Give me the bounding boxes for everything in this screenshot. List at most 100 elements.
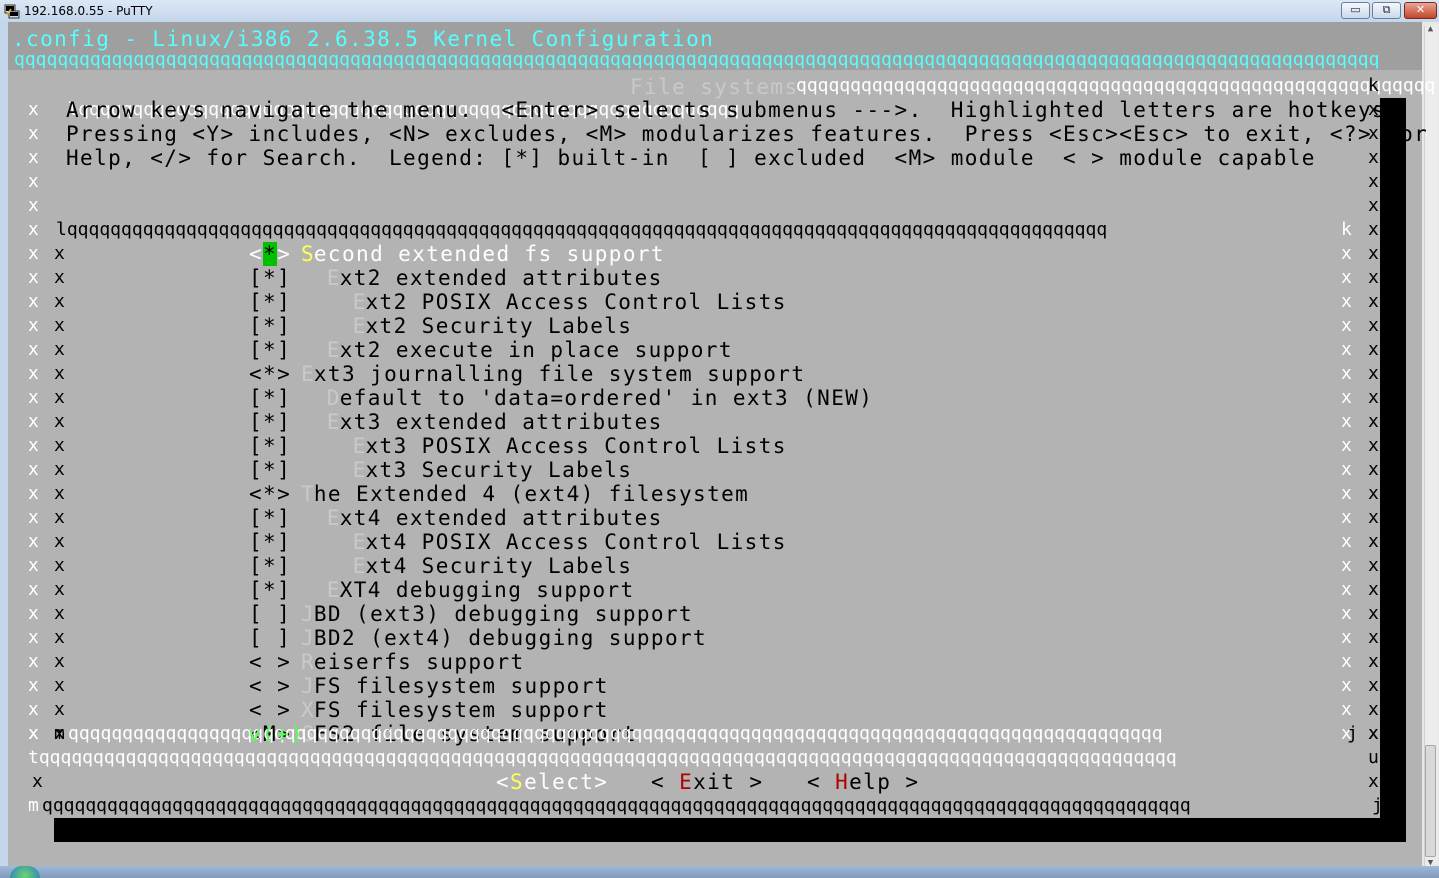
- menu-item-label: xt3 Security Labels: [365, 458, 633, 482]
- menu-item-state: [*]: [249, 290, 292, 314]
- dialog-left-border-glyph: x: [32, 771, 43, 792]
- start-button-icon[interactable]: [10, 866, 40, 878]
- menu-left-border-glyph: x: [54, 435, 65, 456]
- menu-right-border-glyph: x: [1341, 363, 1352, 384]
- dialog-right-border-glyph: x: [1368, 507, 1379, 528]
- help-button[interactable]: < Help >: [807, 770, 919, 794]
- help-line: Arrow keys navigate the menu. <Enter> se…: [66, 98, 1401, 122]
- menu-left-border-glyph: x: [54, 243, 65, 264]
- menu-left-border-glyph: x: [54, 507, 65, 528]
- menu-item-label: xt4 Security Labels: [365, 554, 633, 578]
- menu-right-border-glyph: x: [1341, 531, 1352, 552]
- restore-button[interactable]: ⧉: [1372, 2, 1401, 19]
- menu-right-border-glyph: x: [1341, 555, 1352, 576]
- dialog-right-border-glyph: x: [1368, 771, 1379, 792]
- dialog-right-border-glyph: x: [1368, 627, 1379, 648]
- dialog-right-border-glyph: x: [1368, 291, 1379, 312]
- scroll-up-arrow-icon[interactable]: ▲: [1424, 24, 1437, 38]
- putty-app-icon: [4, 4, 20, 19]
- menu-item-label: xt2 extended attributes: [339, 266, 663, 290]
- menu-left-border-glyph: x: [54, 483, 65, 504]
- menu-item-label: FS filesystem support: [313, 674, 609, 698]
- menu-right-border-glyph: x: [1341, 243, 1352, 264]
- menu-item-state: [*]: [249, 338, 292, 362]
- menu-left-border-glyph: x: [54, 579, 65, 600]
- menu-right-border-glyph: x: [1341, 651, 1352, 672]
- menu-left-border-glyph: x: [54, 555, 65, 576]
- menu-item[interactable]: x x < > X FS filesystem support x x: [8, 698, 1422, 722]
- menu-item[interactable]: x x [*] Ext3 Security Labels x x: [8, 458, 1422, 482]
- minimize-button[interactable]: ▭: [1341, 2, 1370, 19]
- dialog-left-border-glyph: x: [28, 723, 39, 744]
- taskbar: [0, 866, 1439, 878]
- menu-right-border-glyph: x: [1341, 699, 1352, 720]
- menu-right-border-glyph: x: [1341, 579, 1352, 600]
- menu-item-state: [*]: [249, 266, 292, 290]
- menu-item-state: <*>: [249, 362, 292, 386]
- menu-item-state: < >: [249, 674, 292, 698]
- dialog-top-border-right: qqqqqqqqqqqqqqqqqqqqqqqqqqqqqqqqqqqqqqqq…: [796, 75, 1436, 96]
- menu-right-border-glyph: x: [1341, 627, 1352, 648]
- menu-item[interactable]: x x [*] Ext2 extended attributes x x: [8, 266, 1422, 290]
- menu-item-state: [*]: [249, 530, 292, 554]
- dialog-top-right-corner: k: [1368, 75, 1379, 96]
- close-button[interactable]: ✕: [1404, 2, 1437, 19]
- dialog-left-border-glyph: x: [28, 675, 39, 696]
- menu-item-label: xt4 POSIX Access Control Lists: [365, 530, 787, 554]
- menu-left-border-glyph: x: [54, 267, 65, 288]
- menu-left-border-glyph: x: [54, 675, 65, 696]
- dialog-right-border-glyph: x: [1368, 267, 1379, 288]
- dialog-left-border-glyph: x: [28, 627, 39, 648]
- window-frame-left: [0, 22, 8, 878]
- menu-item[interactable]: x x [*] Ext3 extended attributes x x: [8, 410, 1422, 434]
- menu-left-border-glyph: x: [54, 651, 65, 672]
- menu-right-border-glyph: x: [1341, 603, 1352, 624]
- menu-item[interactable]: x x <*> Ext3 journalling file system suppor…: [8, 362, 1422, 386]
- menu-item[interactable]: x x < > Reiserfs support x x: [8, 650, 1422, 674]
- window-titlebar[interactable]: 192.168.0.55 - PuTTY ▭ ⧉ ✕: [0, 0, 1439, 23]
- menu-item[interactable]: x x [*] Ext4 extended attributes x x: [8, 506, 1422, 530]
- menu-item-label: efault to 'data=ordered' in ext3 (NEW): [339, 386, 874, 410]
- menu-left-border-glyph: x: [54, 699, 65, 720]
- dialog-left-border-glyph: x: [28, 363, 39, 384]
- menu-item[interactable]: x x < > J FS filesystem support x x: [8, 674, 1422, 698]
- menu-item[interactable]: x x[ ] J BD (ext3) debugging support x x: [8, 602, 1422, 626]
- menu-left-border-glyph: x: [54, 459, 65, 480]
- dialog-left-border-glyph: x: [28, 579, 39, 600]
- dialog-shadow-right: [1380, 98, 1406, 818]
- menu-item[interactable]: x x [*] Ext4 Security Labels x x: [8, 554, 1422, 578]
- menu-right-border-glyph: x: [1341, 315, 1352, 336]
- menu-item[interactable]: x x <*> The Extended 4 (ext4) filesystem x x: [8, 482, 1422, 506]
- dialog-right-border-glyph: x: [1368, 531, 1379, 552]
- menu-item-label: eiserfs support: [313, 650, 525, 674]
- dialog-left-border-glyph: x: [28, 291, 39, 312]
- dialog-left-border-glyph: x: [28, 555, 39, 576]
- menu-item[interactable]: x x [*] E XT4 debugging support x x: [8, 578, 1422, 602]
- scrollbar-thumb[interactable]: [1425, 745, 1436, 857]
- header-divider: qqqqqqqqqqqqqqqqqqqqqqqqqqqqqqqqqqqqqqqq…: [14, 50, 1380, 70]
- select-button[interactable]: <Select>: [496, 770, 608, 794]
- menu-item[interactable]: x x [*] Ext2 Security Labels x x: [8, 314, 1422, 338]
- exit-button[interactable]: < Exit >: [651, 770, 763, 794]
- dialog-left-border-glyph: x: [28, 531, 39, 552]
- menu-item[interactable]: x x [*] Ext3 POSIX Access Control Lists x x: [8, 434, 1422, 458]
- menu-item[interactable]: x x [*] Ext4 POSIX Access Control Lists x x: [8, 530, 1422, 554]
- menu-item[interactable]: x x [*] Default to 'data=ordered' in ext3 (…: [8, 386, 1422, 410]
- dialog-left-border-glyph: x: [28, 147, 39, 168]
- menu-item-state: <*>: [249, 482, 292, 506]
- menu-left-border-glyph: x: [54, 291, 65, 312]
- dialog-bottom-border: qqqqqqqqqqqqqqqqqqqqqqqqqqqqqqqqqqqqqqqq…: [42, 795, 1191, 816]
- terminal-screen[interactable]: .config - Linux/i386 2.6.38.5 Kernel Con…: [8, 22, 1435, 868]
- dialog-right-border-glyph: x: [1368, 555, 1379, 576]
- menu-right-border-glyph: x: [1341, 675, 1352, 696]
- dialog-right-border-glyph: x: [1368, 123, 1379, 144]
- dialog-separator: tqqqqqqqqqqqqqqqqqqqqqqqqqqqqqqqqqqqqqqq…: [28, 747, 1177, 768]
- menu-left-border-glyph: x: [54, 387, 65, 408]
- menu-item[interactable]: x x[ ] J BD2 (ext4) debugging support x x: [8, 626, 1422, 650]
- menu-item[interactable]: x x <*> Second extended fs support x x: [8, 242, 1422, 266]
- menu-item[interactable]: x x [*] Ext2 POSIX Access Control Lists x x: [8, 290, 1422, 314]
- menu-item-state: [*]: [249, 386, 292, 410]
- menu-item-state: [ ]: [249, 602, 292, 626]
- dialog-title: File systems: [630, 75, 799, 99]
- menu-item[interactable]: x x [*] Ext2 execute in place support x x: [8, 338, 1422, 362]
